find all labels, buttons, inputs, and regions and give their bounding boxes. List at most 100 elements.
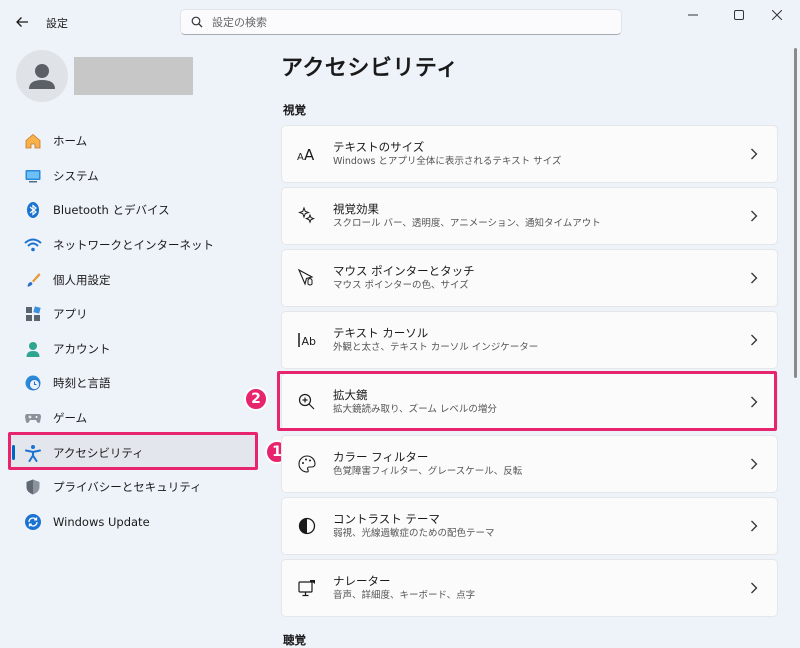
sidebar-item-label: アプリ — [53, 307, 88, 322]
sidebar-item-label: アカウント — [53, 341, 111, 356]
card-magnifier[interactable]: 拡大鏡 拡大鏡読み取り、ズーム レベルの増分 — [281, 373, 778, 431]
chevron-right-icon — [747, 520, 761, 532]
update-icon — [24, 513, 42, 531]
card-title: マウス ポインターとタッチ — [333, 263, 475, 278]
card-title: テキスト カーソル — [333, 325, 429, 340]
user-avatar-icon — [29, 64, 55, 89]
card-title: 視覚効果 — [333, 201, 379, 216]
chevron-right-icon — [747, 458, 761, 470]
step-badge-2: 2 — [244, 387, 268, 411]
card-color-filters[interactable]: カラー フィルター 色覚障害フィルター、グレースケール、反転 — [281, 435, 778, 493]
account-icon — [24, 340, 42, 358]
card-contrast-themes[interactable]: コントラスト テーマ 弱視、光線過敏症のための配色テーマ — [281, 497, 778, 555]
sidebar-item-accessibility[interactable]: アクセシビリティ — [10, 435, 258, 470]
svg-text:A: A — [304, 146, 315, 164]
chevron-right-icon — [747, 210, 761, 222]
visual-effects-icon — [296, 205, 318, 227]
sidebar-item-label: システム — [53, 168, 99, 183]
accessibility-icon — [24, 444, 42, 462]
clock-globe-icon — [24, 374, 42, 392]
app-title: 設定 — [46, 17, 68, 30]
chevron-right-icon — [747, 148, 761, 160]
close-button[interactable] — [754, 0, 800, 30]
close-icon — [772, 10, 782, 20]
sidebar-item-network[interactable]: ネットワークとインターネット — [10, 228, 258, 263]
section-heading-vision: 視覚 — [283, 103, 306, 117]
sidebar-item-label: プライバシーとセキュリティ — [53, 480, 202, 495]
sidebar-item-accounts[interactable]: アカウント — [10, 332, 258, 367]
card-text-cursor[interactable]: Ab テキスト カーソル 外観と太さ、テキスト カーソル インジケーター — [281, 311, 778, 369]
sidebar-item-label: アクセシビリティ — [53, 445, 144, 460]
apps-icon — [24, 305, 42, 323]
card-visual-effects[interactable]: 視覚効果 スクロール バー、透明度、アニメーション、通知タイムアウト — [281, 187, 778, 245]
search-box[interactable] — [180, 9, 622, 35]
card-narrator[interactable]: ナレーター 音声、詳細度、キーボード、点字 — [281, 559, 778, 617]
chevron-right-icon — [747, 272, 761, 284]
title-bar: 設定 — [0, 0, 800, 44]
sidebar-item-privacy[interactable]: プライバシーとセキュリティ — [10, 470, 258, 505]
scrollbar[interactable] — [794, 48, 797, 378]
sidebar-item-label: 時刻と言語 — [53, 376, 111, 391]
sidebar-item-gaming[interactable]: ゲーム — [10, 401, 258, 436]
sidebar-item-label: Bluetooth とデバイス — [53, 203, 170, 218]
chevron-right-icon — [747, 582, 761, 594]
card-title: コントラスト テーマ — [333, 511, 440, 526]
text-cursor-icon: Ab — [296, 329, 318, 351]
maximize-icon — [734, 10, 744, 20]
sidebar-item-bluetooth[interactable]: Bluetooth とデバイス — [10, 193, 258, 228]
card-title: カラー フィルター — [333, 449, 429, 464]
sidebar-item-label: Windows Update — [53, 514, 150, 529]
card-subtitle: 外観と太さ、テキスト カーソル インジケーター — [333, 341, 539, 353]
magnifier-icon — [296, 391, 318, 413]
card-subtitle: マウス ポインターの色、サイズ — [333, 279, 469, 291]
svg-text:A: A — [297, 152, 304, 163]
card-subtitle: Windows とアプリ全体に表示されるテキスト サイズ — [333, 155, 562, 167]
card-subtitle: 拡大鏡読み取り、ズーム レベルの増分 — [333, 403, 497, 415]
card-title: ナレーター — [333, 573, 391, 588]
minimize-button[interactable] — [670, 0, 716, 30]
sidebar-item-apps[interactable]: アプリ — [10, 297, 258, 332]
page-title: アクセシビリティ — [281, 56, 459, 81]
shield-icon — [24, 478, 42, 496]
search-input[interactable] — [212, 15, 592, 29]
palette-icon — [296, 453, 318, 475]
sidebar-item-windows-update[interactable]: Windows Update — [10, 505, 258, 540]
gamepad-icon — [24, 409, 42, 427]
card-subtitle: スクロール バー、透明度、アニメーション、通知タイムアウト — [333, 217, 601, 229]
brush-icon — [24, 271, 42, 289]
search-icon — [191, 16, 203, 28]
sidebar: ホーム システム Bluetooth とデバイス ネットワークとインターネット … — [10, 124, 258, 539]
mouse-pointer-icon — [296, 267, 318, 289]
sidebar-item-label: ホーム — [53, 134, 88, 149]
sidebar-item-time-language[interactable]: 時刻と言語 — [10, 366, 258, 401]
card-text-size[interactable]: AA テキストのサイズ Windows とアプリ全体に表示されるテキスト サイズ — [281, 125, 778, 183]
avatar[interactable] — [16, 50, 68, 102]
narrator-icon — [296, 577, 318, 599]
wifi-icon — [24, 236, 42, 254]
card-title: テキストのサイズ — [333, 139, 425, 154]
chevron-right-icon — [747, 396, 761, 408]
sidebar-item-home[interactable]: ホーム — [10, 124, 258, 159]
card-subtitle: 色覚障害フィルター、グレースケール、反転 — [333, 465, 523, 477]
minimize-icon — [688, 14, 698, 16]
home-icon — [24, 132, 42, 150]
text-size-icon: AA — [296, 143, 318, 165]
card-title: 拡大鏡 — [333, 387, 368, 402]
section-heading-hearing: 聴覚 — [283, 633, 306, 647]
sidebar-item-label: ネットワークとインターネット — [53, 238, 214, 253]
card-subtitle: 音声、詳細度、キーボード、点字 — [333, 589, 476, 601]
back-arrow-icon — [16, 17, 28, 27]
sidebar-item-system[interactable]: システム — [10, 159, 258, 194]
system-icon — [24, 167, 42, 185]
username-redacted — [74, 57, 193, 95]
card-mouse-pointer[interactable]: マウス ポインターとタッチ マウス ポインターの色、サイズ — [281, 249, 778, 307]
back-button[interactable] — [8, 8, 36, 36]
chevron-right-icon — [747, 334, 761, 346]
svg-text:Ab: Ab — [302, 335, 317, 348]
sidebar-item-personalization[interactable]: 個人用設定 — [10, 262, 258, 297]
sidebar-item-label: ゲーム — [53, 411, 88, 426]
card-subtitle: 弱視、光線過敏症のための配色テーマ — [333, 527, 495, 539]
contrast-icon — [296, 515, 318, 537]
bluetooth-icon — [24, 201, 42, 219]
sidebar-item-label: 個人用設定 — [53, 272, 111, 287]
